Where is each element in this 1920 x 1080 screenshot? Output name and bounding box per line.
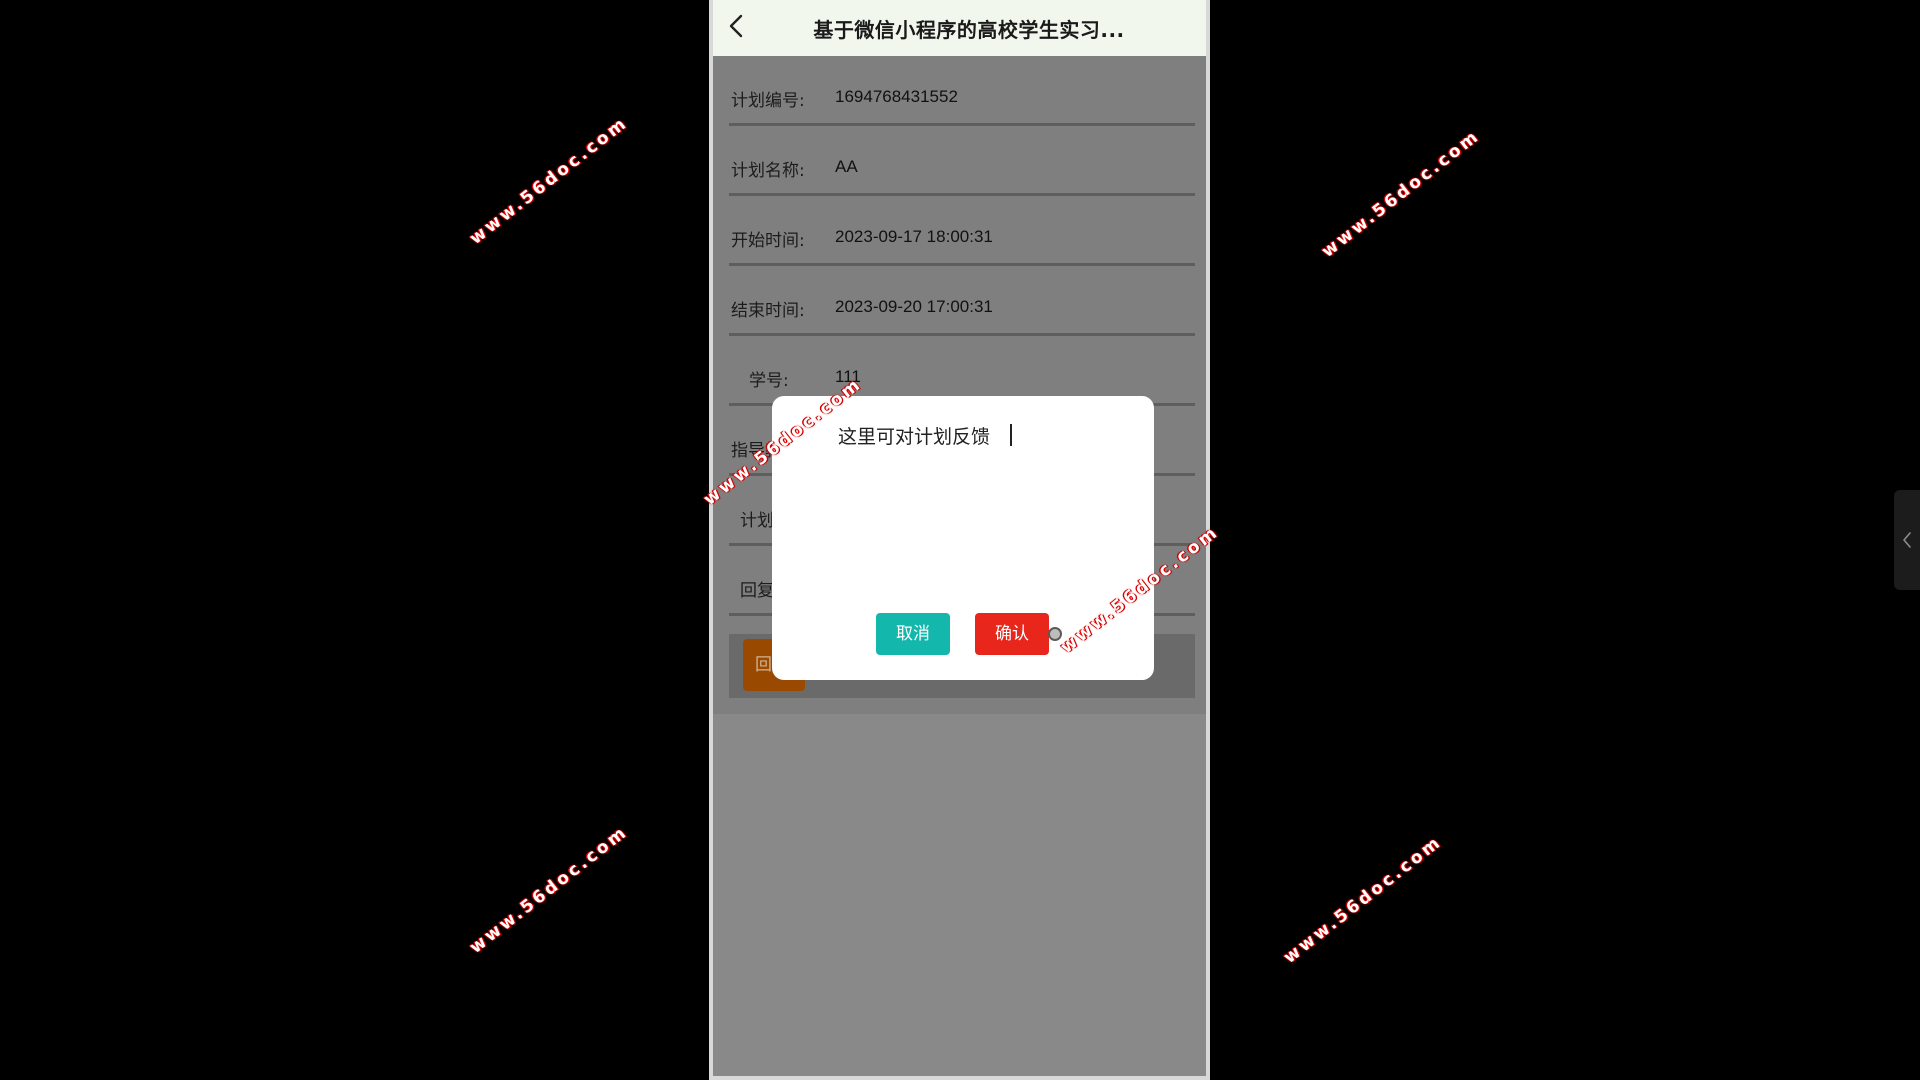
phone-frame-left	[709, 0, 713, 1080]
plan-name-label: 计划名称:	[731, 161, 805, 181]
student-id-label: 学号:	[749, 371, 789, 391]
chevron-left-icon	[729, 14, 743, 38]
page-title: 基于微信小程序的高校学生实习...	[813, 18, 1125, 42]
phone-frame-bottom	[709, 1076, 1210, 1080]
watermark: www.56doc.com	[466, 112, 632, 249]
mouse-cursor	[1048, 627, 1062, 641]
plan-content-label: 计划	[740, 511, 774, 531]
form-row-plan-number: 计划编号: 1694768431552	[709, 56, 1210, 126]
feedback-textarea[interactable]	[838, 422, 1128, 582]
screen: 基于微信小程序的高校学生实习... 计划编号: 1694768431552 计划…	[0, 0, 1920, 1080]
watermark: www.56doc.com	[1318, 125, 1484, 262]
watermark: www.56doc.com	[1280, 831, 1446, 968]
end-time-value: 2023-09-20 17:00:31	[835, 297, 993, 316]
end-time-label: 结束时间:	[731, 301, 805, 321]
plan-name-value: AA	[835, 157, 858, 176]
navigation-bar: 基于微信小程序的高校学生实习...	[709, 0, 1210, 56]
watermark: www.56doc.com	[466, 821, 632, 958]
student-id-value: 111	[835, 367, 861, 386]
side-drawer-handle[interactable]	[1894, 490, 1920, 590]
text-caret	[1010, 424, 1012, 446]
cancel-button[interactable]: 取消	[876, 613, 950, 655]
feedback-dialog: 取消 确认	[772, 396, 1154, 680]
confirm-button[interactable]: 确认	[975, 613, 1049, 655]
form-row-start-time: 开始时间: 2023-09-17 18:00:31	[709, 196, 1210, 266]
back-button[interactable]	[723, 12, 751, 42]
reply-label: 回复	[740, 581, 774, 601]
plan-number-label: 计划编号:	[731, 91, 805, 111]
start-time-label: 开始时间:	[731, 231, 805, 251]
phone-screen: 基于微信小程序的高校学生实习... 计划编号: 1694768431552 计划…	[709, 0, 1210, 1080]
plan-number-value: 1694768431552	[835, 87, 958, 106]
form-row-plan-name: 计划名称: AA	[709, 126, 1210, 196]
chevron-left-icon	[1903, 532, 1911, 548]
form-row-end-time: 结束时间: 2023-09-20 17:00:31	[709, 266, 1210, 336]
lower-blank-area	[713, 714, 1206, 1076]
start-time-value: 2023-09-17 18:00:31	[835, 227, 993, 246]
phone-frame-right	[1206, 0, 1210, 1080]
